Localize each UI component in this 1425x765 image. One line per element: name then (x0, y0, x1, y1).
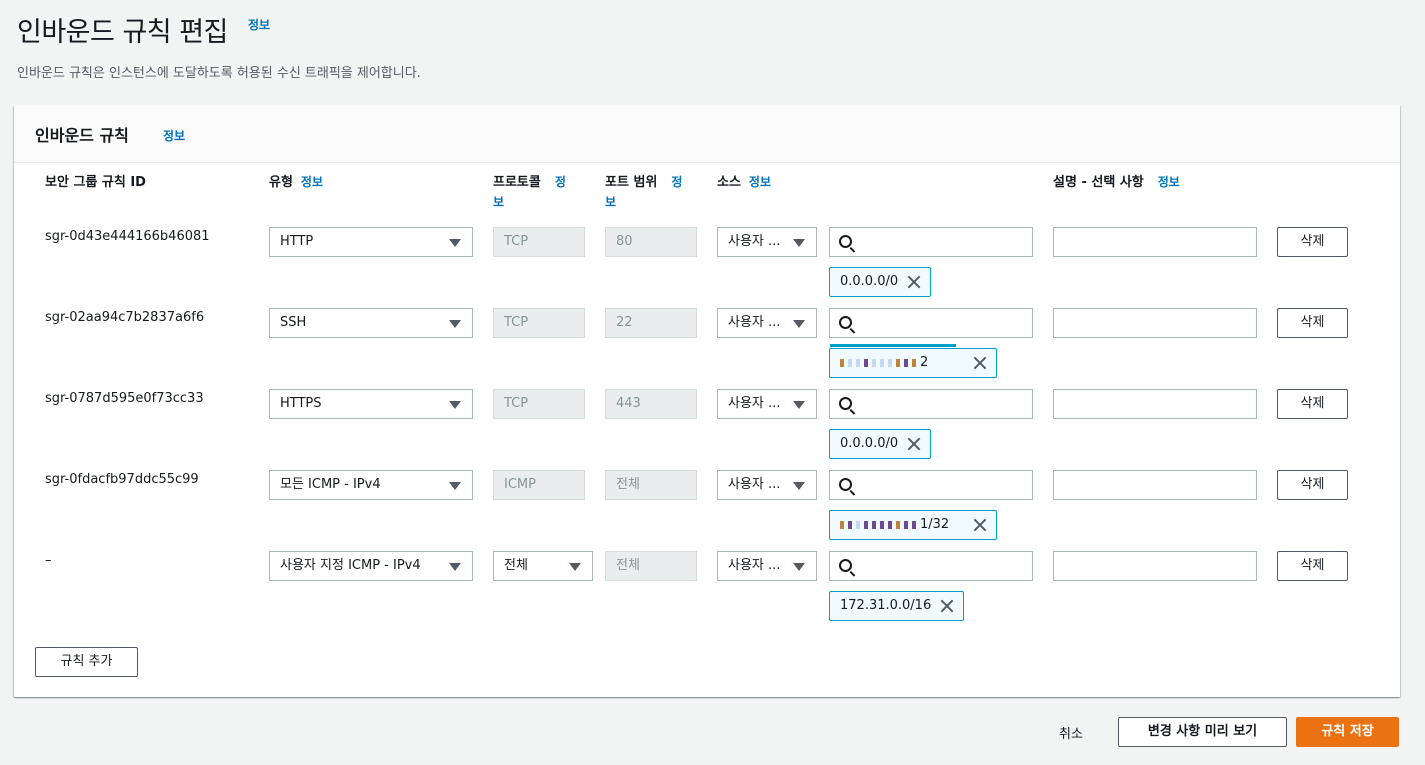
cidr-search-input[interactable] (829, 308, 1033, 338)
cidr-token: 0.0.0.0/0 (829, 267, 931, 297)
rule-id: sgr-0fdacfb97ddc55c99 (45, 472, 199, 487)
close-icon[interactable] (906, 274, 922, 290)
description-info-link[interactable]: 정보 (1158, 175, 1180, 189)
cidr-token: 0.0.0.0/0 (829, 429, 931, 459)
protocol-info-link[interactable]: 정 (555, 175, 566, 189)
redacted-mask (840, 355, 920, 370)
caret-down-icon (449, 482, 461, 490)
cidr-token: 172.31.0.0/16 (829, 591, 964, 621)
caret-down-icon (449, 401, 461, 409)
focus-bar (830, 344, 956, 347)
type-select[interactable]: 사용자 지정 ICMP - IPv4 (269, 551, 473, 581)
description-input[interactable] (1053, 470, 1257, 500)
cidr-search-input[interactable] (829, 470, 1033, 500)
caret-down-icon (793, 401, 805, 409)
cidr-token: 1/32 (829, 510, 997, 540)
protocol-select[interactable]: 전체 (493, 551, 593, 581)
redacted-mask (840, 517, 920, 532)
type-select[interactable]: HTTP (269, 227, 473, 257)
protocol-field: TCP (493, 308, 585, 338)
cidr-search-input[interactable] (829, 551, 1033, 581)
close-icon[interactable] (972, 355, 988, 371)
inbound-rules-panel: 인바운드 규칙 정보 보안 그룹 규칙 ID 유형 정보 프로토콜 정 보 포트 범… (14, 105, 1400, 697)
port-range-field: 22 (605, 308, 697, 338)
col-header-type: 유형 정보 (269, 175, 324, 190)
col-header-protocol: 프로토콜 정 (493, 175, 566, 190)
caret-down-icon (449, 563, 461, 571)
cidr-search-input[interactable] (829, 227, 1033, 257)
delete-button[interactable]: 삭제 (1277, 227, 1348, 257)
type-select[interactable]: 모든 ICMP - IPv4 (269, 470, 473, 500)
port-range-field: 전체 (605, 551, 697, 581)
protocol-field: TCP (493, 227, 585, 257)
search-icon (839, 316, 852, 329)
page-title-info-link[interactable]: 정보 (248, 16, 270, 33)
search-icon (839, 235, 852, 248)
close-icon[interactable] (939, 598, 955, 614)
type-select[interactable]: HTTPS (269, 389, 473, 419)
delete-button[interactable]: 삭제 (1277, 551, 1348, 581)
port-range-field: 443 (605, 389, 697, 419)
close-icon[interactable] (906, 436, 922, 452)
source-select[interactable]: 사용자 ... (717, 308, 817, 338)
protocol-field: TCP (493, 389, 585, 419)
caret-down-icon (793, 482, 805, 490)
port-info-link[interactable]: 정 (671, 175, 682, 189)
protocol-info-link-wrap[interactable]: 보 (493, 193, 504, 210)
caret-down-icon (793, 563, 805, 571)
caret-down-icon (793, 239, 805, 247)
port-range-field: 80 (605, 227, 697, 257)
col-header-port-range: 포트 범위 정 (605, 175, 683, 190)
rule-id: sgr-0787d595e0f73cc33 (45, 391, 204, 406)
rule-id: – (45, 553, 52, 568)
col-header-rule-id: 보안 그룹 규칙 ID (45, 175, 146, 190)
cidr-search-input[interactable] (829, 389, 1033, 419)
search-icon (839, 397, 852, 410)
source-select[interactable]: 사용자 ... (717, 470, 817, 500)
preview-changes-button[interactable]: 변경 사항 미리 보기 (1118, 717, 1287, 747)
save-rules-button[interactable]: 규칙 저장 (1296, 717, 1399, 747)
delete-button[interactable]: 삭제 (1277, 470, 1348, 500)
description-input[interactable] (1053, 551, 1257, 581)
delete-button[interactable]: 삭제 (1277, 389, 1348, 419)
page-title: 인바운드 규칙 편집 (17, 17, 228, 48)
panel-title: 인바운드 규칙 (35, 126, 129, 145)
add-rule-button[interactable]: 규칙 추가 (35, 647, 138, 677)
col-header-description: 설명 - 선택 사항 정보 (1053, 175, 1180, 190)
source-info-link[interactable]: 정보 (749, 175, 771, 189)
caret-down-icon (793, 320, 805, 328)
close-icon[interactable] (972, 517, 988, 533)
col-header-source: 소스 정보 (717, 175, 772, 190)
port-range-field: 전체 (605, 470, 697, 500)
rule-id: sgr-0d43e444166b46081 (45, 229, 210, 244)
source-select[interactable]: 사용자 ... (717, 389, 817, 419)
panel-header: 인바운드 규칙 정보 (14, 105, 1400, 163)
description-input[interactable] (1053, 227, 1257, 257)
page-description: 인바운드 규칙은 인스턴스에 도달하도록 허용된 수신 트래픽을 제어합니다. (17, 66, 421, 81)
caret-down-icon (569, 563, 581, 571)
cidr-token: 2 (829, 344, 997, 378)
panel-info-link[interactable]: 정보 (163, 127, 185, 144)
rule-id: sgr-02aa94c7b2837a6f6 (45, 310, 205, 325)
caret-down-icon (449, 239, 461, 247)
type-info-link[interactable]: 정보 (301, 175, 323, 189)
search-icon (839, 478, 852, 491)
port-info-link-wrap[interactable]: 보 (605, 193, 616, 210)
cancel-button[interactable]: 취소 (1059, 723, 1083, 742)
type-select[interactable]: SSH (269, 308, 473, 338)
description-input[interactable] (1053, 389, 1257, 419)
source-select[interactable]: 사용자 ... (717, 551, 817, 581)
protocol-field: ICMP (493, 470, 585, 500)
source-select[interactable]: 사용자 ... (717, 227, 817, 257)
caret-down-icon (449, 320, 461, 328)
description-input[interactable] (1053, 308, 1257, 338)
delete-button[interactable]: 삭제 (1277, 308, 1348, 338)
search-icon (839, 559, 852, 572)
